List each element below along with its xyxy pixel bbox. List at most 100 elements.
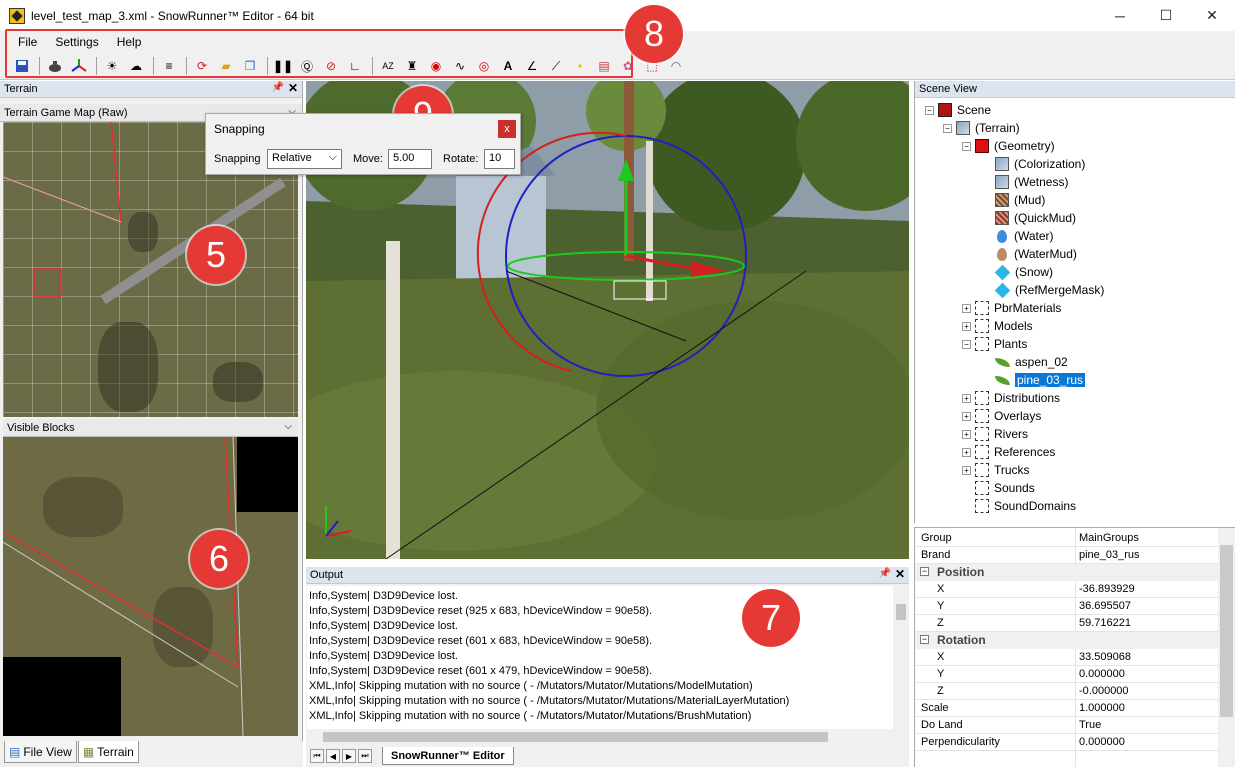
prop-category-position[interactable]: − Position [915, 564, 1218, 581]
scroll-thumb[interactable] [323, 732, 828, 742]
tree-item-watermud[interactable]: (WaterMud) [995, 245, 1077, 263]
prop-position-z[interactable]: Z 59.716221 [915, 615, 1218, 632]
prop-position-x[interactable]: X -36.893929 [915, 581, 1218, 598]
prop-name: Scale [921, 702, 949, 714]
expand-icon[interactable]: + [962, 303, 971, 313]
tree-item-pine[interactable]: pine_03_rus [995, 371, 1086, 389]
tree-item-aspen[interactable]: aspen_02 [995, 353, 1068, 371]
tree-item-mud[interactable]: (Mud) [995, 191, 1045, 209]
prop-value[interactable]: 1.000000 [1079, 702, 1125, 714]
collapse-icon[interactable]: − [962, 339, 971, 349]
tree-item-colorization[interactable]: (Colorization) [995, 155, 1085, 173]
prop-category-rotation[interactable]: − Rotation [915, 632, 1218, 649]
prop-rotation-y[interactable]: Y 0.000000 [915, 666, 1218, 683]
prop-value[interactable]: -0.000000 [1079, 685, 1129, 697]
scroll-thumb[interactable] [1220, 545, 1233, 717]
tree-item-plants[interactable]: − Plants [962, 335, 1027, 353]
scroll-thumb[interactable] [896, 604, 906, 620]
rotate-input[interactable]: 10 [484, 149, 515, 169]
visible-blocks-combo[interactable]: Visible Blocks ⌵ [3, 419, 298, 437]
watermud-drop-icon [997, 247, 1007, 261]
tree-item-sounds[interactable]: Sounds [975, 479, 1035, 497]
tree-item-trucks[interactable]: + Trucks [962, 461, 1030, 479]
collapse-icon[interactable]: − [920, 635, 929, 644]
tree-item-scene[interactable]: − Scene [925, 101, 991, 119]
tree-item-quickmud[interactable]: (QuickMud) [995, 209, 1076, 227]
prop-do-land[interactable]: Do Land True [915, 717, 1218, 734]
tree-item-geometry[interactable]: − (Geometry) [962, 137, 1055, 155]
next-tab-icon[interactable]: ▶ [342, 749, 356, 763]
move-input[interactable]: 5.00 [388, 149, 432, 169]
callout-7: 7 [742, 589, 800, 647]
tree-item-models[interactable]: + Models [962, 317, 1033, 335]
maximize-button[interactable]: ☐ [1143, 0, 1189, 31]
collapse-icon[interactable]: − [962, 141, 971, 151]
pin-icon[interactable]: 📌 [272, 82, 284, 93]
last-tab-icon[interactable]: ⏭ [358, 749, 372, 763]
prop-perpendicularity[interactable]: Perpendicularity 0.000000 [915, 734, 1218, 751]
scene-icon [938, 103, 952, 117]
prop-value[interactable]: MainGroups [1079, 532, 1139, 544]
expand-icon[interactable]: + [962, 429, 971, 439]
chevron-down-icon: ⌵ [284, 421, 292, 432]
prop-value[interactable]: 0.000000 [1079, 668, 1125, 680]
prop-group[interactable]: Group MainGroups [915, 530, 1218, 547]
scene-view-panel: Scene View − Scene − (Terrain) − (Geometry)… [914, 81, 1235, 523]
tree-item-terrain[interactable]: − (Terrain) [943, 119, 1020, 137]
prev-tab-icon[interactable]: ◀ [326, 749, 340, 763]
prop-position-y[interactable]: Y 36.695507 [915, 598, 1218, 615]
expand-icon[interactable]: + [962, 411, 971, 421]
tab-terrain[interactable]: ▦ Terrain [77, 741, 139, 763]
expand-icon[interactable]: + [962, 447, 971, 457]
close-icon[interactable]: ✕ [288, 81, 298, 95]
tree-item-sounddomains[interactable]: SoundDomains [975, 497, 1076, 515]
prop-rotation-z[interactable]: Z -0.000000 [915, 683, 1218, 700]
pin-icon[interactable]: 📌 [879, 568, 891, 579]
tree-item-references[interactable]: + References [962, 443, 1055, 461]
prop-value[interactable]: 59.716221 [1079, 617, 1131, 629]
tab-snowrunner-editor[interactable]: SnowRunner™ Editor [382, 747, 514, 765]
output-log[interactable]: Info,System| D3D9Device lost. Info,Syste… [307, 586, 893, 729]
prop-scale[interactable]: Scale 1.000000 [915, 700, 1218, 717]
prop-value[interactable]: 0.000000 [1079, 736, 1125, 748]
terrain-panel-label: Terrain [4, 83, 38, 95]
prop-value[interactable]: 36.695507 [1079, 600, 1131, 612]
tree-item-overlays[interactable]: + Overlays [962, 407, 1041, 425]
expand-icon[interactable]: + [962, 465, 971, 475]
tree-label: SoundDomains [994, 499, 1077, 513]
prop-brand[interactable]: Brand pine_03_rus [915, 547, 1218, 564]
output-horizontal-scrollbar[interactable] [307, 729, 893, 744]
snapping-close-button[interactable]: x [498, 120, 516, 138]
snapping-mode-select[interactable]: Relative ⌵ [267, 149, 342, 169]
dome-icon[interactable]: ◠ [666, 56, 686, 76]
tree-item-snow[interactable]: (Snow) [994, 263, 1053, 281]
close-window-button[interactable]: ✕ [1189, 0, 1235, 31]
prop-value[interactable]: True [1079, 719, 1101, 731]
collapse-icon[interactable]: − [943, 123, 952, 133]
first-tab-icon[interactable]: ⏮ [310, 749, 324, 763]
prop-value[interactable]: 33.509068 [1079, 651, 1131, 663]
visible-blocks-view[interactable] [3, 437, 298, 736]
prop-value[interactable]: -36.893929 [1079, 583, 1135, 595]
tree-item-wetness[interactable]: (Wetness) [995, 173, 1068, 191]
scene-tree[interactable]: − Scene − (Terrain) − (Geometry) (Colorizat… [915, 98, 1235, 523]
prop-value[interactable]: pine_03_rus [1079, 549, 1140, 561]
collapse-icon[interactable]: − [925, 105, 934, 115]
properties-scrollbar[interactable] [1218, 528, 1235, 767]
tree-item-rivers[interactable]: + Rivers [962, 425, 1028, 443]
collapse-icon[interactable]: − [920, 567, 929, 576]
folder-icon [975, 499, 989, 513]
tree-item-refmerge[interactable]: (RefMergeMask) [994, 281, 1104, 299]
terrain-panel: Terrain 📌 ✕ Terrain Game Map (Raw) ⌵ Vis… [0, 81, 303, 741]
expand-icon[interactable]: + [962, 393, 971, 403]
prop-rotation-x[interactable]: X 33.509068 [915, 649, 1218, 666]
expand-icon[interactable]: + [962, 321, 971, 331]
close-icon[interactable]: ✕ [895, 567, 905, 581]
tree-item-water[interactable]: (Water) [995, 227, 1054, 245]
tree-item-pbrmaterials[interactable]: + PbrMaterials [962, 299, 1061, 317]
output-vertical-scrollbar[interactable] [893, 586, 909, 729]
tree-item-distributions[interactable]: + Distributions [962, 389, 1060, 407]
minimize-button[interactable]: ─ [1097, 0, 1143, 31]
tab-file-view[interactable]: ▤ File View [4, 741, 77, 763]
tree-label: (QuickMud) [1014, 211, 1077, 225]
